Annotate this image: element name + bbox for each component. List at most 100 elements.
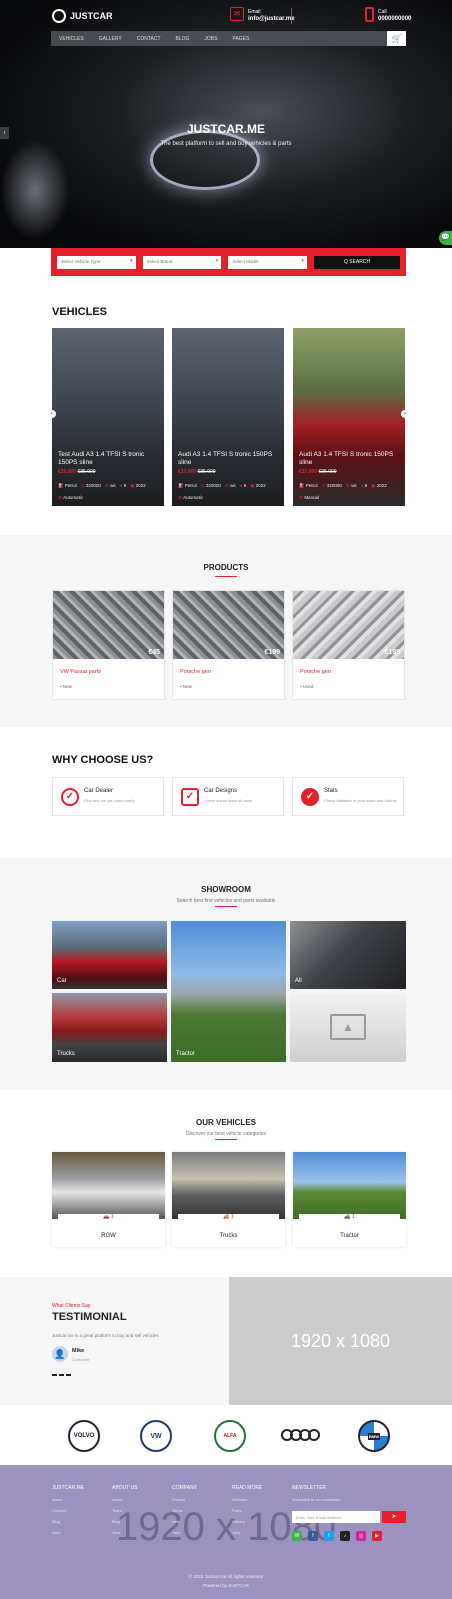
vehicle-gear: ⚙ Automatic	[58, 495, 84, 500]
vw-logo[interactable]: VW	[140, 1420, 172, 1452]
nav-item[interactable]: Blog	[176, 36, 190, 42]
carousel-prev-arrow[interactable]: ‹	[48, 410, 56, 418]
category-image	[293, 1152, 406, 1219]
product-condition: ▪ New	[60, 684, 72, 689]
newsletter-title: NEWSLETTER	[292, 1485, 327, 1491]
footer-link[interactable]: Parts	[232, 1508, 262, 1513]
feature-desc: Check statistics of your sales and visit…	[324, 798, 397, 803]
footer-link[interactable]: Vehicles	[232, 1497, 262, 1502]
whatsapp-icon[interactable]: W	[292, 1531, 302, 1541]
vehicle-card[interactable]: Audi A3 1.4 TFSI S tronic 150PS sline €1…	[293, 328, 405, 506]
tiktok-icon[interactable]: ♪	[340, 1531, 350, 1541]
footer-link[interactable]: About	[112, 1497, 137, 1502]
footer-link[interactable]: Help	[172, 1519, 197, 1524]
model-select[interactable]: Select Model	[228, 255, 308, 269]
nav-item[interactable]: Vehicles	[59, 36, 84, 42]
showroom-tile[interactable]: Tractor	[171, 921, 286, 1062]
count-value: 1	[230, 1214, 234, 1220]
volvo-logo[interactable]: VOLVO	[68, 1420, 100, 1452]
nav-item[interactable]: Contact	[137, 36, 161, 42]
product-card[interactable]: €199 Porsche gen ▪ Used	[292, 590, 405, 700]
search-button[interactable]: Q SEARCH	[314, 255, 401, 269]
category-card[interactable]: 🚚 1 Trucks	[172, 1152, 285, 1247]
heading-underline	[215, 906, 237, 907]
facebook-icon[interactable]: f	[308, 1531, 318, 1541]
footer-column: READ MORE Vehicles Parts Gallery Jobs	[232, 1485, 262, 1535]
footer-link[interactable]: Contact	[52, 1508, 84, 1513]
brand-label: ALFA	[223, 1433, 237, 1439]
nav-item[interactable]: Gallery	[99, 36, 122, 42]
product-image: €199	[293, 591, 404, 659]
testimonial-dots[interactable]	[52, 1374, 71, 1376]
twitter-icon[interactable]: t	[324, 1531, 334, 1541]
count-value: 1	[351, 1214, 355, 1220]
category-image	[52, 1152, 165, 1219]
footer-link[interactable]: Jobs	[112, 1530, 137, 1535]
header-email[interactable]: Email info@justcar.me	[248, 9, 295, 23]
vehicle-card[interactable]: Test Audi A3 1.4 TFSI S tronic 150PS sli…	[52, 328, 164, 506]
tile-label: Tractor	[176, 1051, 195, 1057]
footer-column: COMPANY Privacy Terms Help Jobs	[172, 1485, 197, 1535]
footer-link[interactable]: Privacy	[172, 1497, 197, 1502]
product-name[interactable]: VW Passat parts	[60, 669, 101, 675]
vehicle-title[interactable]: Audi A3 1.4 TFSI S tronic 150PS sline	[178, 451, 278, 467]
nav-item[interactable]: Pages	[232, 36, 249, 42]
site-logo[interactable]: JUSTCAR	[52, 9, 113, 23]
brand-label: BMW	[368, 1432, 380, 1440]
nav-item[interactable]: Jobs	[204, 36, 217, 42]
product-image: €199	[173, 591, 284, 659]
tile-label: All	[295, 978, 302, 984]
old-price: €35.000	[318, 469, 337, 475]
showroom-tile[interactable]: Trucks	[52, 993, 167, 1062]
category-name: RGW	[101, 1233, 116, 1239]
alfa-romeo-logo[interactable]: ALFA	[214, 1420, 246, 1452]
send-icon[interactable]: ➤	[382, 1511, 406, 1523]
brand-label: VOLVO	[73, 1433, 95, 1439]
youtube-icon[interactable]: ▶	[372, 1531, 382, 1541]
category-card[interactable]: 🚗 1 RGW	[52, 1152, 165, 1247]
product-card[interactable]: €199 Porsche gen ▪ New	[172, 590, 285, 700]
product-image: €45	[53, 591, 164, 659]
showroom-tile[interactable]: All	[290, 921, 406, 989]
footer-link[interactable]: Terms	[172, 1508, 197, 1513]
product-name[interactable]: Porsche gen	[300, 669, 331, 675]
footer-link[interactable]: Blog	[112, 1519, 137, 1524]
vehicles-heading: VEHICLES	[52, 306, 108, 318]
our-vehicles-heading: OUR VEHICLES	[195, 1118, 256, 1127]
cart-icon[interactable]: 🛒	[387, 31, 406, 46]
carousel-next-arrow[interactable]: ›	[401, 410, 409, 418]
hero-prev-arrow[interactable]: ‹	[0, 127, 9, 139]
newsletter-email-input[interactable]: Enter Your Email Address	[292, 1511, 380, 1523]
feature-card: ✓ Car Designs Lorem ipsum dolor sit amet	[172, 777, 284, 816]
product-price-value: €199	[384, 649, 400, 656]
footer-link[interactable]: Blog	[52, 1519, 84, 1524]
instagram-icon[interactable]: ◎	[356, 1531, 366, 1541]
vehicle-title[interactable]: Audi A3 1.4 TFSI S tronic 150PS sline	[299, 451, 399, 467]
testimonial-image-placeholder: 1920 x 1080	[229, 1277, 452, 1405]
footer-link[interactable]: About	[52, 1497, 84, 1502]
footer-link[interactable]: Gallery	[232, 1519, 262, 1524]
header-phone[interactable]: Call 0000000000	[378, 9, 411, 23]
footer-link[interactable]: Jobs	[172, 1530, 197, 1535]
showroom-tile[interactable]: Car	[52, 921, 167, 989]
condition-value: Used	[302, 684, 314, 689]
category-card[interactable]: 🚜 1 Tractor	[293, 1152, 406, 1247]
showroom-tile[interactable]: ▲	[290, 993, 406, 1062]
chat-icon[interactable]: 💬	[439, 231, 452, 245]
category-count: 🚗 1	[58, 1214, 159, 1223]
footer-link[interactable]: Jobs	[232, 1530, 262, 1535]
brand-select[interactable]: Select Brand	[142, 255, 222, 269]
heading-underline	[215, 1139, 237, 1140]
product-card[interactable]: €45 VW Passat parts ▪ New	[52, 590, 165, 700]
vehicle-type-select[interactable]: Select Vehicle Type	[57, 255, 136, 269]
vehicle-title[interactable]: Test Audi A3 1.4 TFSI S tronic 150PS sli…	[58, 451, 158, 467]
footer-link[interactable]: Jobs	[52, 1530, 84, 1535]
audi-logo[interactable]	[281, 1429, 320, 1441]
vehicle-card[interactable]: Audi A3 1.4 TFSI S tronic 150PS sline €1…	[172, 328, 284, 506]
product-name[interactable]: Porsche gen	[180, 669, 211, 675]
footer-link[interactable]: Team	[112, 1508, 137, 1513]
spec-year: 2022	[135, 483, 146, 488]
check-square-icon: ✓	[181, 788, 199, 806]
bmw-logo[interactable]: BMW	[358, 1420, 390, 1452]
product-price: €45	[148, 649, 160, 656]
